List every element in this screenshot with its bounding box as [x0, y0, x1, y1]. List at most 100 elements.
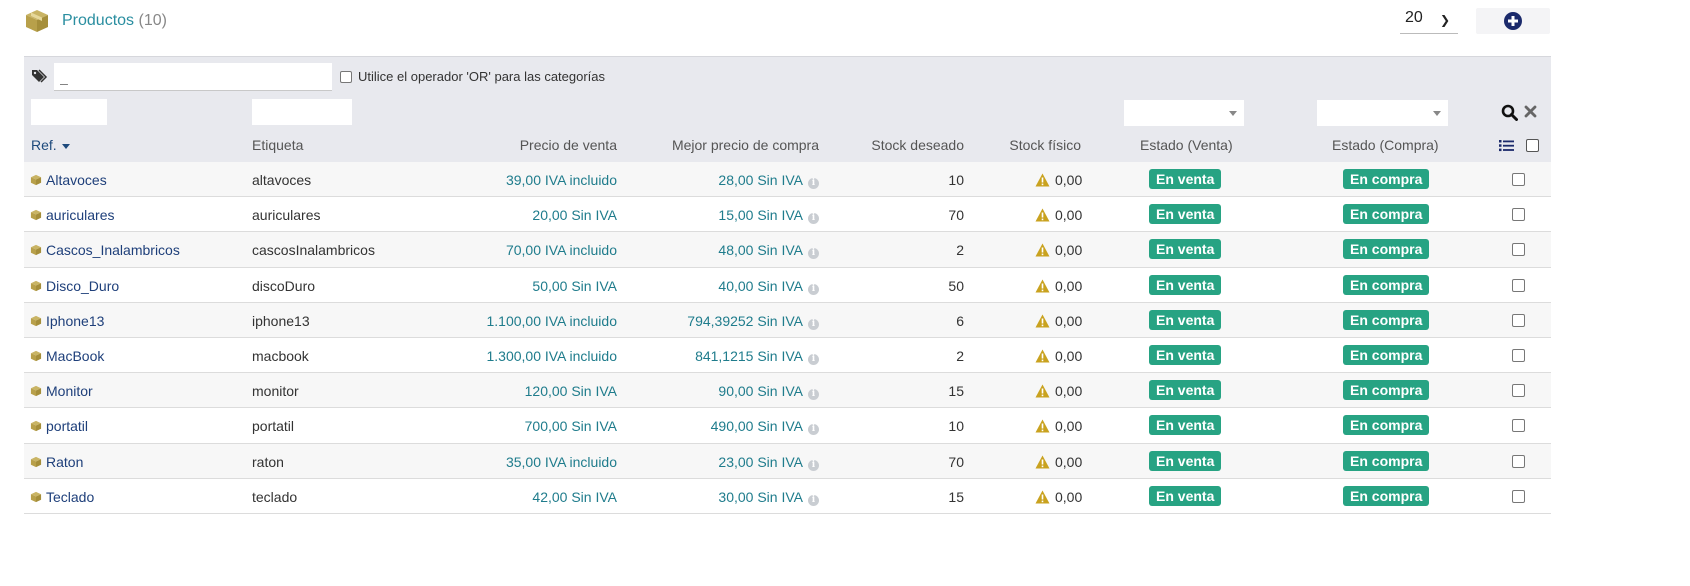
column-header-physical-stock[interactable]: Stock físico — [1009, 137, 1081, 153]
product-ref-link[interactable]: Altavoces — [30, 172, 107, 189]
desired-stock: 10 — [948, 172, 964, 188]
search-icon[interactable] — [1501, 104, 1518, 124]
select-all-checkbox[interactable] — [1526, 139, 1539, 152]
column-header-sell-price[interactable]: Precio de venta — [520, 137, 617, 153]
status-badge-sell: En venta — [1149, 415, 1222, 436]
physical-stock: 0,00 — [1035, 489, 1082, 507]
warning-icon — [1035, 173, 1050, 190]
category-filter-input[interactable] — [54, 63, 332, 91]
desired-stock: 2 — [956, 242, 964, 259]
best-buy-price: 841,1215 Sin IVA i — [695, 348, 819, 365]
page-title-text: Productos — [62, 12, 135, 29]
product-ref-text: Altavoces — [46, 172, 107, 188]
best-buy-price: 23,00 Sin IVA i — [718, 454, 819, 471]
best-buy-price-text: 15,00 Sin IVA — [718, 207, 803, 224]
info-icon[interactable]: i — [808, 389, 819, 401]
cube-icon — [24, 8, 50, 34]
product-ref-link[interactable]: portatil — [30, 418, 88, 435]
warning-icon — [1035, 208, 1050, 225]
product-ref-link[interactable]: MacBook — [30, 348, 104, 365]
column-selector-icon[interactable] — [1499, 139, 1514, 155]
row-checkbox[interactable] — [1512, 208, 1525, 222]
sell-status-filter-select[interactable] — [1124, 100, 1244, 126]
desired-stock: 15 — [948, 383, 964, 400]
info-icon[interactable]: i — [808, 213, 819, 225]
best-buy-price: 490,00 Sin IVA i — [711, 418, 819, 436]
add-product-button[interactable] — [1476, 8, 1550, 34]
product-ref-link[interactable]: Teclado — [30, 489, 94, 506]
clear-filters-icon[interactable] — [1524, 105, 1537, 121]
column-header-status-sell[interactable]: Estado (Venta) — [1140, 137, 1233, 153]
row-checkbox[interactable] — [1512, 348, 1525, 362]
product-label: macbook — [252, 347, 309, 364]
table-row: Altavoces altavoces 39,00 IVA incluido 28,0… — [24, 162, 1551, 198]
filter-panel: Utilice el operador 'OR' para las catego… — [24, 56, 1551, 162]
info-icon[interactable]: i — [808, 424, 819, 436]
product-label: iphone13 — [252, 312, 310, 329]
row-checkbox[interactable] — [1512, 384, 1525, 398]
cube-icon — [30, 419, 42, 435]
product-ref-link[interactable]: Cascos_Inalambricos — [30, 242, 180, 259]
sell-price: 120,00 Sin IVA — [524, 383, 617, 400]
best-buy-price: 40,00 Sin IVA i — [718, 278, 819, 295]
product-ref-link[interactable]: Raton — [30, 454, 83, 471]
best-buy-price-text: 30,00 Sin IVA — [718, 488, 803, 505]
product-ref-text: Raton — [46, 453, 84, 470]
status-badge-sell: En venta — [1149, 274, 1222, 295]
physical-stock: 0,00 — [1035, 418, 1082, 436]
product-ref-text: auriculares — [46, 207, 115, 224]
chevron-down-icon: ❯ — [1439, 13, 1450, 27]
best-buy-price-text: 90,00 Sin IVA — [718, 383, 803, 400]
column-header-ref[interactable]: Ref. — [31, 137, 70, 153]
product-ref-link[interactable]: Disco_Duro — [30, 278, 119, 295]
buy-status-filter-select[interactable] — [1317, 100, 1448, 126]
best-buy-price: 30,00 Sin IVA i — [718, 489, 819, 506]
row-checkbox[interactable] — [1512, 278, 1525, 292]
product-ref-text: Disco_Duro — [46, 277, 120, 294]
info-icon[interactable]: i — [808, 318, 819, 330]
ref-filter-input[interactable] — [31, 99, 107, 125]
physical-stock-value: 0,00 — [1055, 418, 1083, 435]
physical-stock-value: 0,00 — [1055, 277, 1083, 294]
info-icon[interactable]: i — [808, 494, 819, 506]
row-checkbox[interactable] — [1512, 489, 1525, 503]
row-checkbox[interactable] — [1512, 173, 1525, 186]
row-checkbox[interactable] — [1512, 243, 1525, 257]
products-list-page: Productos (10) 20 ❯ Utilice el operador … — [0, 0, 1690, 586]
sell-price: 42,00 Sin IVA — [532, 488, 617, 505]
table-row: portatil portatil 700,00 Sin IVA 490,00 Sin… — [24, 408, 1551, 444]
status-badge-sell: En venta — [1149, 309, 1222, 330]
row-checkbox[interactable] — [1512, 419, 1525, 433]
product-ref-link[interactable]: auriculares — [30, 207, 114, 224]
column-header-best-buy-price[interactable]: Mejor precio de compra — [672, 137, 819, 153]
column-header-label[interactable]: Etiqueta — [252, 137, 303, 153]
column-header-desired-stock[interactable]: Stock deseado — [871, 137, 964, 153]
product-ref-text: portatil — [46, 418, 89, 435]
column-header-status-buy[interactable]: Estado (Compra) — [1332, 137, 1439, 153]
info-icon[interactable]: i — [808, 283, 819, 295]
page-size-select[interactable]: 20 ❯ — [1400, 9, 1458, 34]
row-checkbox[interactable] — [1512, 454, 1525, 468]
label-filter-input[interactable] — [252, 99, 352, 125]
column-header-ref-label: Ref. — [31, 137, 57, 153]
status-badge-buy: En compra — [1343, 485, 1430, 506]
info-icon[interactable]: i — [808, 459, 819, 471]
physical-stock: 0,00 — [1035, 383, 1082, 401]
physical-stock: 0,00 — [1035, 172, 1082, 190]
best-buy-price-text: 28,00 Sin IVA — [718, 172, 803, 188]
physical-stock-value: 0,00 — [1055, 312, 1083, 329]
or-operator-checkbox[interactable] — [340, 71, 352, 83]
row-checkbox[interactable] — [1512, 313, 1525, 327]
info-icon[interactable]: i — [808, 353, 819, 365]
best-buy-price-text: 841,1215 Sin IVA — [695, 347, 803, 364]
info-icon[interactable]: i — [808, 178, 819, 189]
product-label: auriculares — [252, 207, 321, 224]
info-icon[interactable]: i — [808, 248, 819, 260]
table-row: Cascos_Inalambricos cascosInalambricos 70,… — [24, 232, 1551, 268]
physical-stock: 0,00 — [1035, 207, 1082, 225]
status-badge-sell: En venta — [1149, 169, 1222, 189]
product-ref-link[interactable]: Monitor — [30, 383, 93, 400]
product-ref-link[interactable]: Iphone13 — [30, 313, 104, 330]
cube-icon — [30, 490, 42, 506]
sell-price: 70,00 IVA incluido — [505, 242, 617, 259]
